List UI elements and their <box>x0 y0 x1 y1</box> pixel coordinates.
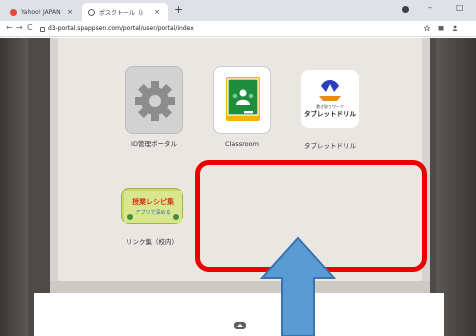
minimize-button[interactable]: – <box>428 3 432 12</box>
tab-strip: Yahoo! JAPAN × ポスクトール（IPAD＋Y） × + – □ <box>0 0 476 21</box>
forward-button[interactable]: → <box>16 23 23 33</box>
browser-window: Yahoo! JAPAN × ポスクトール（IPAD＋Y） × + – □ ← … <box>0 0 476 336</box>
address-bar[interactable]: d3-portal.spappsen.com/portal/user/porta… <box>40 24 410 34</box>
tab-yahoo[interactable]: Yahoo! JAPAN × <box>4 3 81 21</box>
account-icon[interactable] <box>452 25 458 31</box>
star-icon[interactable] <box>424 25 430 31</box>
google-classroom-icon <box>213 66 271 134</box>
app-label: タブレットドリル <box>304 142 356 150</box>
lock-icon <box>40 26 45 32</box>
links-logo-text: 授業レシピ集 <box>132 197 175 206</box>
dock-bar <box>34 293 444 336</box>
gear-icon <box>125 66 183 134</box>
browser-toolbar: ← → C d3-portal.spappsen.com/portal/user… <box>0 21 476 37</box>
up-arrow-icon <box>259 236 337 336</box>
close-tab-icon[interactable]: × <box>154 8 160 16</box>
profile-icon[interactable] <box>402 6 409 13</box>
app-id-portal[interactable]: ID管理ポータル <box>114 66 194 148</box>
tab-title: ポスクトール（IPAD＋Y） <box>99 9 143 17</box>
app-classroom[interactable]: Classroom <box>202 66 282 148</box>
drill-logo-text: タブレットドリル <box>304 109 357 118</box>
chevron-up-icon <box>237 324 243 327</box>
extension-icon[interactable] <box>438 25 444 31</box>
reload-button[interactable]: C <box>27 23 33 33</box>
restore-button[interactable]: □ <box>456 3 464 12</box>
left-bezel <box>0 38 28 336</box>
app-tablet-drill[interactable]: 書き取りワーク タブレットドリル タブレットドリル <box>290 70 370 150</box>
drill-logo-subtitle: 書き取りワーク <box>316 103 344 109</box>
tab-title: Yahoo! JAPAN <box>21 8 61 16</box>
url-text: d3-portal.spappsen.com/portal/user/porta… <box>48 25 194 32</box>
yahoo-favicon-icon <box>10 8 17 16</box>
app-label: ID管理ポータル <box>131 140 177 148</box>
tablet-drill-icon: 書き取りワーク タブレットドリル <box>301 70 359 128</box>
new-tab-button[interactable]: + <box>174 4 183 16</box>
close-tab-icon[interactable]: × <box>67 8 73 16</box>
app-links[interactable]: 授業レシピ集 アプリで深める リンク集（校内） <box>112 188 192 246</box>
recipe-link-icon: 授業レシピ集 アプリで深める <box>121 188 183 224</box>
right-bezel <box>436 38 476 336</box>
back-button[interactable]: ← <box>6 23 13 33</box>
app-label: リンク集（校内） <box>126 238 178 246</box>
board-ledge <box>50 281 430 293</box>
links-logo-subtitle: アプリで深める <box>135 209 170 216</box>
app-label: Classroom <box>225 140 259 148</box>
tab-portal[interactable]: ポスクトール（IPAD＋Y） × <box>82 3 168 21</box>
portal-favicon-icon <box>88 8 95 16</box>
